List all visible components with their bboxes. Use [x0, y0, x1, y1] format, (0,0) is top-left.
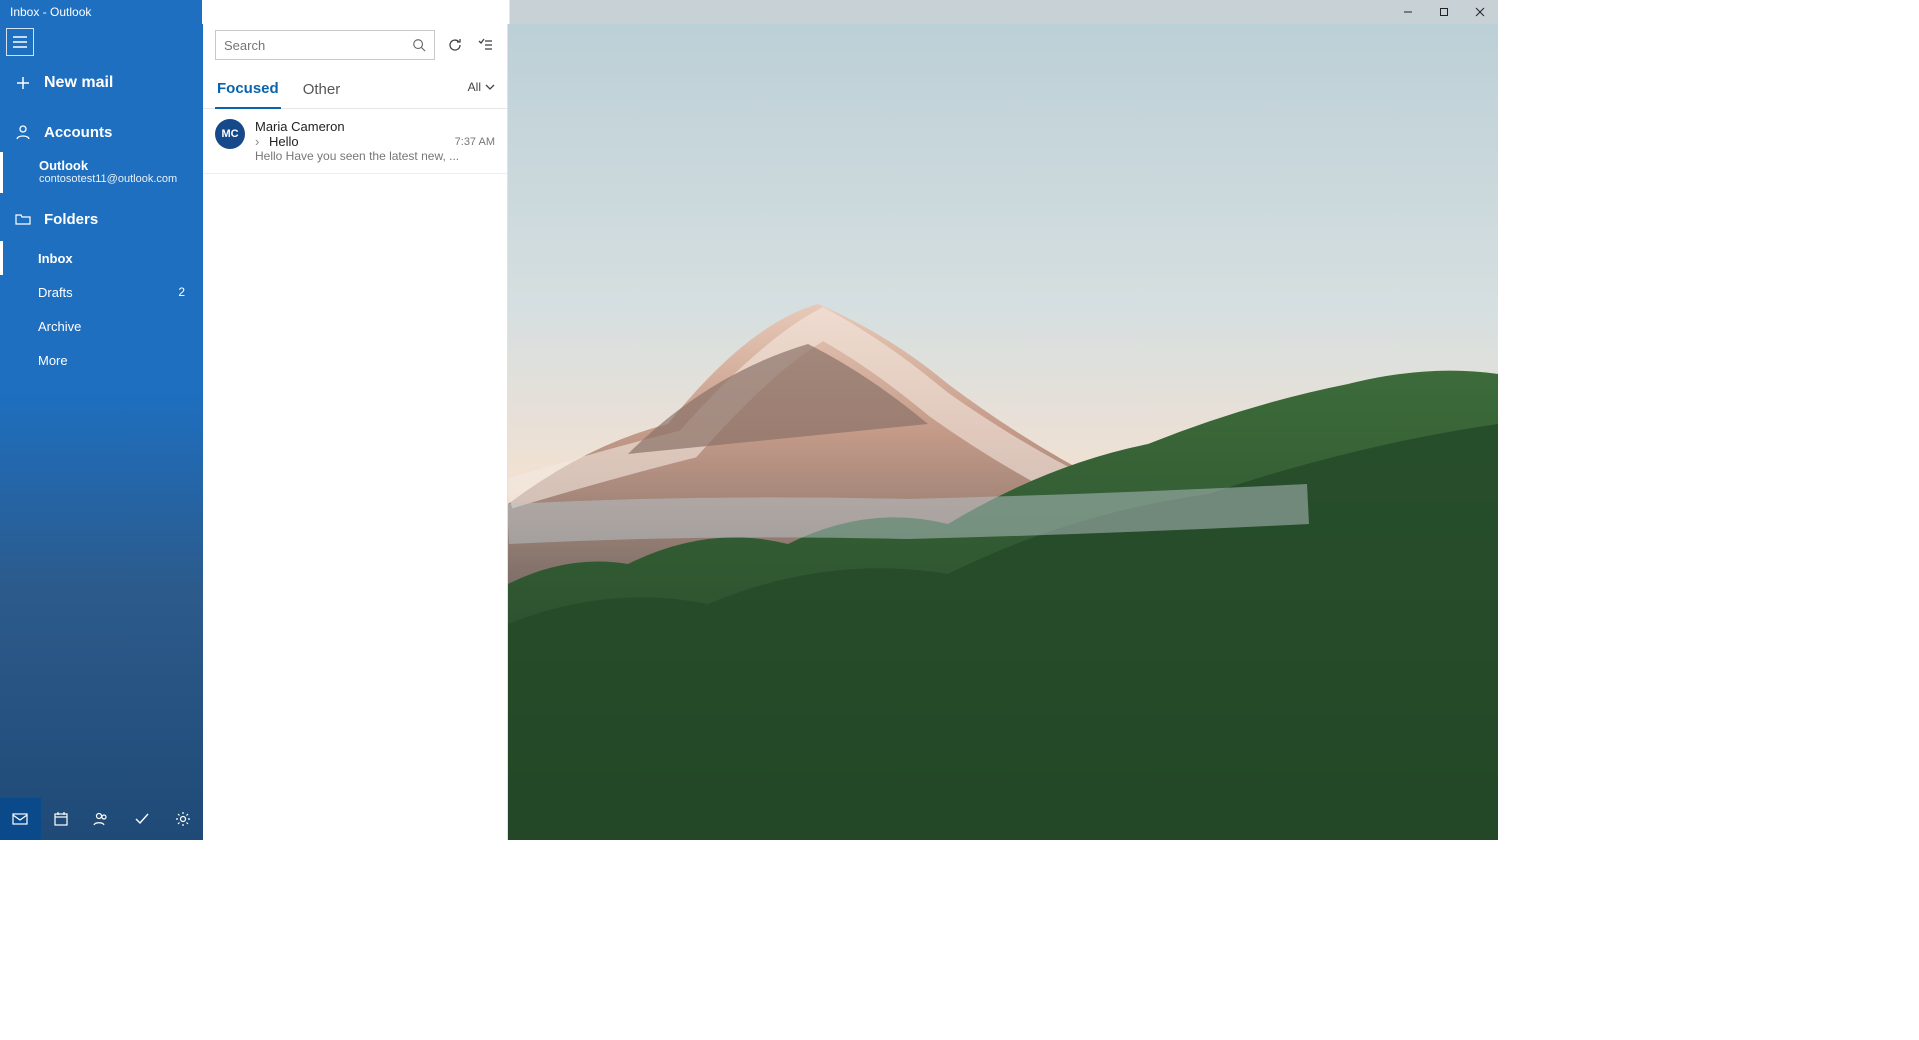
filter-label: All: [468, 80, 481, 94]
maximize-button[interactable]: [1426, 0, 1462, 24]
search-icon: [412, 38, 426, 52]
avatar: MC: [215, 119, 245, 149]
folder-more[interactable]: More: [0, 343, 203, 377]
account-item[interactable]: Outlook contosotest11@outlook.com: [0, 152, 203, 193]
reading-pane: [508, 24, 1498, 840]
close-button[interactable]: [1462, 0, 1498, 24]
select-mode-button[interactable]: [475, 35, 495, 55]
message-subject: Hello: [269, 134, 299, 149]
calendar-app-button[interactable]: [41, 798, 82, 840]
title-bar: Inbox - Outlook: [0, 0, 1498, 24]
accounts-header[interactable]: Accounts: [0, 112, 203, 152]
mail-icon: [12, 811, 28, 827]
people-icon: [93, 811, 109, 827]
new-mail-label: New mail: [44, 74, 113, 92]
sidebar-bottom-bar: [0, 798, 203, 840]
folder-count: 2: [178, 285, 185, 299]
sidebar: New mail Accounts Outlook contosotest11@…: [0, 24, 203, 840]
folder-archive[interactable]: Archive: [0, 309, 203, 343]
message-preview: Hello Have you seen the latest new, ...: [255, 149, 495, 163]
minimize-button[interactable]: [1390, 0, 1426, 24]
search-input[interactable]: [224, 38, 412, 53]
gear-icon: [175, 811, 191, 827]
settings-button[interactable]: [162, 798, 203, 840]
folder-icon: [14, 211, 32, 227]
message-sender: Maria Cameron: [255, 119, 495, 134]
plus-icon: [14, 75, 32, 91]
folder-label: More: [38, 353, 68, 368]
message-list-pane: Focused Other All MC Maria Cameron › Hel…: [203, 24, 508, 840]
tab-focused[interactable]: Focused: [215, 74, 281, 109]
new-mail-button[interactable]: New mail: [0, 60, 203, 106]
refresh-icon: [447, 37, 463, 53]
chevron-right-icon: ›: [255, 134, 265, 149]
hamburger-button[interactable]: [6, 28, 34, 56]
folder-label: Drafts: [38, 285, 73, 300]
filter-dropdown[interactable]: All: [468, 80, 495, 102]
people-app-button[interactable]: [81, 798, 122, 840]
accounts-label: Accounts: [44, 124, 112, 141]
person-icon: [14, 124, 32, 140]
account-email: contosotest11@outlook.com: [39, 173, 189, 185]
folders-label: Folders: [44, 211, 98, 228]
check-icon: [134, 811, 150, 827]
folder-label: Inbox: [38, 251, 73, 266]
message-item[interactable]: MC Maria Cameron › Hello 7:37 AM Hello H…: [203, 109, 507, 174]
multiselect-icon: [477, 37, 493, 53]
account-name: Outlook: [39, 158, 189, 173]
folder-label: Archive: [38, 319, 81, 334]
todo-app-button[interactable]: [122, 798, 163, 840]
chevron-down-icon: [485, 82, 495, 92]
window-title: Inbox - Outlook: [0, 5, 91, 19]
folders-header[interactable]: Folders: [0, 199, 203, 239]
folder-drafts[interactable]: Drafts 2: [0, 275, 203, 309]
mail-app-button[interactable]: [0, 798, 41, 840]
background-image: [508, 24, 1498, 840]
refresh-button[interactable]: [445, 35, 465, 55]
search-box[interactable]: [215, 30, 435, 60]
folder-inbox[interactable]: Inbox: [0, 241, 203, 275]
message-time: 7:37 AM: [455, 136, 495, 148]
tab-other[interactable]: Other: [301, 75, 343, 108]
calendar-icon: [53, 811, 69, 827]
